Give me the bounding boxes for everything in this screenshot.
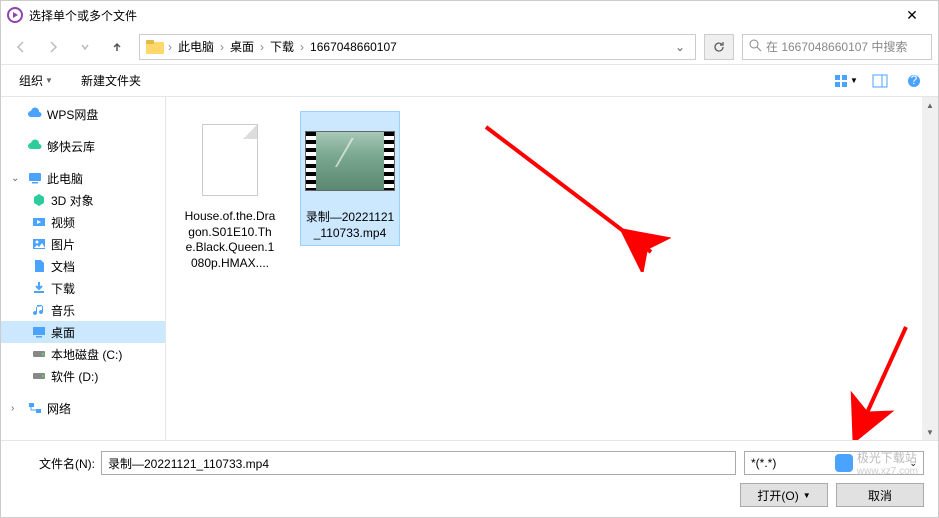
chevron-right-icon: › xyxy=(218,40,226,54)
file-pane[interactable]: House.of.the.Dragon.S01E10.The.Black.Que… xyxy=(166,97,938,440)
sidebar: WPS网盘 够快云库 ⌄ 此电脑 3D 对象 视频 图片 文档 xyxy=(1,97,166,440)
drive-icon xyxy=(31,346,47,362)
sidebar-wps[interactable]: WPS网盘 xyxy=(1,103,165,125)
cube-icon xyxy=(31,192,47,208)
picture-icon xyxy=(31,236,47,252)
sidebar-3dobjects[interactable]: 3D 对象 xyxy=(1,189,165,211)
search-placeholder: 在 1667048660107 中搜索 xyxy=(766,38,907,55)
navbar: › 此电脑 › 桌面 › 下载 › 1667048660107 ⌄ 在 1667… xyxy=(1,29,938,65)
up-button[interactable] xyxy=(103,34,131,60)
crumb-desktop[interactable]: 桌面 xyxy=(226,38,258,55)
sidebar-pictures[interactable]: 图片 xyxy=(1,233,165,255)
scroll-down-icon[interactable]: ▼ xyxy=(922,424,938,440)
music-icon xyxy=(31,302,47,318)
computer-icon xyxy=(27,170,43,186)
recent-dropdown[interactable] xyxy=(71,34,99,60)
filename-label: 文件名(N): xyxy=(15,455,95,472)
refresh-button[interactable] xyxy=(704,34,734,60)
cloud-icon xyxy=(27,106,43,122)
crumb-downloads[interactable]: 下载 xyxy=(266,38,298,55)
expand-icon[interactable]: › xyxy=(11,403,23,414)
sidebar-gouku[interactable]: 够快云库 xyxy=(1,135,165,157)
main-area: WPS网盘 够快云库 ⌄ 此电脑 3D 对象 视频 图片 文档 xyxy=(1,97,938,440)
folder-icon xyxy=(144,36,166,58)
sidebar-desktop[interactable]: 桌面 xyxy=(1,321,165,343)
sidebar-videos[interactable]: 视频 xyxy=(1,211,165,233)
app-icon xyxy=(7,7,23,23)
preview-pane-button[interactable] xyxy=(866,70,894,92)
drive-icon xyxy=(31,368,47,384)
svg-text:?: ? xyxy=(911,74,918,87)
cancel-button[interactable]: 取消 xyxy=(836,483,924,507)
video-thumb xyxy=(305,116,395,206)
scrollbar[interactable]: ▲ ▼ xyxy=(922,97,938,440)
annotation-arrow xyxy=(471,102,671,272)
file-label: 录制—20221121_110733.mp4 xyxy=(305,210,395,241)
sidebar-music[interactable]: 音乐 xyxy=(1,299,165,321)
sidebar-disk-c[interactable]: 本地磁盘 (C:) xyxy=(1,343,165,365)
window-title: 选择单个或多个文件 xyxy=(29,7,892,24)
scroll-up-icon[interactable]: ▲ xyxy=(922,97,938,113)
crumb-thispc[interactable]: 此电脑 xyxy=(174,38,218,55)
video-icon xyxy=(31,214,47,230)
new-folder-button[interactable]: 新建文件夹 xyxy=(73,68,149,93)
network-icon xyxy=(27,400,43,416)
sidebar-documents[interactable]: 文档 xyxy=(1,255,165,277)
breadcrumb-dropdown[interactable]: ⌄ xyxy=(669,40,691,54)
view-mode-button[interactable]: ▼ xyxy=(832,70,860,92)
sidebar-downloads[interactable]: 下载 xyxy=(1,277,165,299)
chevron-right-icon: › xyxy=(258,40,266,54)
download-icon xyxy=(31,280,47,296)
cloud-alt-icon xyxy=(27,138,43,154)
bottom-bar: 文件名(N): *(*.*) ⌄ 打开(O) ▼ 取消 极光下载站 www.xz… xyxy=(1,440,938,517)
open-button[interactable]: 打开(O) ▼ xyxy=(740,483,828,507)
file-label: House.of.the.Dragon.S01E10.The.Black.Que… xyxy=(184,209,276,271)
chevron-down-icon: ▼ xyxy=(45,76,53,85)
split-arrow-icon: ▼ xyxy=(803,491,811,500)
filter-select[interactable]: *(*.*) ⌄ xyxy=(744,451,924,475)
search-icon xyxy=(749,39,762,55)
crumb-folder[interactable]: 1667048660107 xyxy=(306,40,401,54)
file-item[interactable]: House.of.the.Dragon.S01E10.The.Black.Que… xyxy=(180,111,280,275)
chevron-right-icon: › xyxy=(166,40,174,54)
back-button[interactable] xyxy=(7,34,35,60)
annotation-arrow xyxy=(836,317,926,440)
toolbar: 组织 ▼ 新建文件夹 ▼ ? xyxy=(1,65,938,97)
chevron-right-icon: › xyxy=(298,40,306,54)
collapse-icon[interactable]: ⌄ xyxy=(11,173,23,184)
chevron-down-icon: ▼ xyxy=(850,76,858,85)
forward-button[interactable] xyxy=(39,34,67,60)
filename-input[interactable] xyxy=(101,451,736,475)
desktop-icon xyxy=(31,324,47,340)
organize-button[interactable]: 组织 ▼ xyxy=(11,68,61,93)
sidebar-disk-d[interactable]: 软件 (D:) xyxy=(1,365,165,387)
close-button[interactable]: ✕ xyxy=(892,7,932,24)
document-thumb xyxy=(185,115,275,205)
sidebar-network[interactable]: › 网络 xyxy=(1,397,165,419)
breadcrumb[interactable]: › 此电脑 › 桌面 › 下载 › 1667048660107 ⌄ xyxy=(139,34,696,60)
sidebar-thispc[interactable]: ⌄ 此电脑 xyxy=(1,167,165,189)
search-input[interactable]: 在 1667048660107 中搜索 xyxy=(742,34,932,60)
chevron-down-icon: ⌄ xyxy=(909,458,917,469)
file-item[interactable]: 录制—20221121_110733.mp4 xyxy=(300,111,400,246)
help-button[interactable]: ? xyxy=(900,70,928,92)
document-icon xyxy=(31,258,47,274)
titlebar: 选择单个或多个文件 ✕ xyxy=(1,1,938,29)
